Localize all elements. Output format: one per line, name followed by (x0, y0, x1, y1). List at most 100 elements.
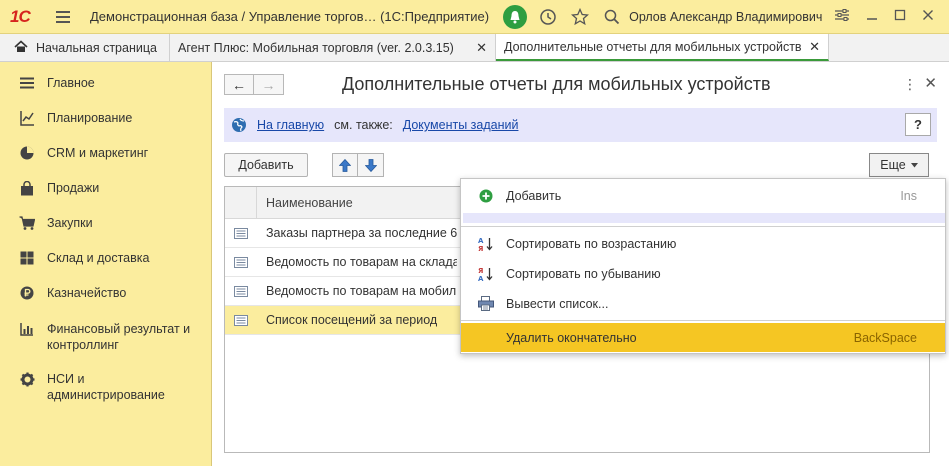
history-icon[interactable] (537, 6, 559, 28)
sidebar-item-treasury[interactable]: Казначейство (0, 285, 212, 301)
planning-icon (18, 110, 36, 126)
task-documents-link[interactable]: Документы заданий (403, 118, 519, 132)
menu-divider (461, 320, 945, 321)
sidebar-item-label: Финансовый результат и контроллинг (47, 322, 191, 352)
sidebar-item-purchases[interactable]: Закупки (0, 215, 212, 231)
logo-1c[interactable]: 1С (10, 7, 50, 27)
search-icon[interactable] (601, 6, 623, 28)
sidebar-item-label: Продажи (47, 181, 100, 195)
row-name: Заказы партнера за последние 6 месяцев (266, 226, 457, 240)
sidebar-item-label: Планирование (47, 111, 133, 125)
sidebar-item-finance[interactable]: Финансовый результат и контроллинг (0, 321, 212, 353)
settings-sliders-icon[interactable] (834, 8, 850, 25)
app-title: Демонстрационная база / Управление торго… (90, 9, 490, 24)
chevron-down-icon (910, 162, 918, 167)
menu-item-label: Сортировать по убыванию (506, 266, 661, 281)
menu-lines-icon (18, 75, 36, 91)
favorites-star-icon[interactable] (569, 6, 591, 28)
sidebar-item-crm[interactable]: CRM и маркетинг (0, 145, 212, 161)
globe-icon (231, 117, 247, 133)
report-icon (225, 306, 257, 334)
menu-item-add[interactable]: Добавить Ins (461, 181, 945, 210)
tab-home-label: Начальная страница (36, 40, 157, 55)
sort-descending-icon: ЯА (477, 265, 495, 283)
svg-text:Я: Я (478, 245, 483, 252)
home-icon (14, 39, 28, 56)
user-name[interactable]: Орлов Александр Владимирович (629, 10, 822, 24)
sort-ascending-icon: АЯ (477, 235, 495, 253)
sidebar-item-main[interactable]: Главное (0, 75, 212, 91)
delete-icon (477, 329, 495, 347)
menu-item-shortcut: BackSpace (853, 330, 917, 345)
arrow-up-icon (339, 158, 351, 172)
tab-home[interactable]: Начальная страница (0, 34, 170, 61)
move-down-button[interactable] (358, 153, 384, 177)
sidebar: Главное Планирование CRM и маркетинг Про… (0, 62, 212, 466)
report-icon (225, 248, 257, 276)
sidebar-item-label: Склад и доставка (47, 251, 150, 265)
sidebar-item-warehouse[interactable]: Склад и доставка (0, 250, 212, 266)
gear-icon (18, 371, 36, 387)
close-form-icon[interactable]: ✕ (924, 74, 937, 92)
navigation-buttons: ← → (224, 74, 284, 95)
shopping-bag-icon (18, 180, 36, 196)
minimize-icon[interactable] (866, 9, 878, 24)
home-link[interactable]: На главную (257, 118, 324, 132)
add-circle-icon (477, 187, 495, 205)
report-icon (225, 219, 257, 247)
pie-chart-icon (18, 145, 36, 161)
row-name: Ведомость по товарам на мобильном складе (266, 284, 457, 298)
info-bar: На главную см. также: Документы заданий … (224, 108, 937, 142)
more-menu-popup: Добавить Ins АЯ Сортировать по возрастан… (460, 178, 946, 354)
tab-additional-reports-label: Дополнительные отчеты для мобильных устр… (504, 39, 802, 54)
more-options-icon[interactable]: ⋮ (903, 76, 917, 93)
warehouse-icon (18, 250, 36, 266)
tab-close-icon[interactable]: ✕ (809, 39, 820, 55)
title-bar: 1С Демонстрационная база / Управление то… (0, 0, 949, 34)
sidebar-item-label: Закупки (47, 216, 93, 230)
move-up-button[interactable] (332, 153, 358, 177)
row-name: Список посещений за период (266, 313, 438, 327)
see-also-label: см. также: (334, 118, 393, 132)
back-button[interactable]: ← (224, 74, 254, 95)
help-button[interactable]: ? (905, 113, 931, 136)
menu-item-label: Сортировать по возрастанию (506, 236, 677, 251)
menu-divider (461, 226, 945, 227)
cart-icon (18, 215, 36, 231)
ruble-coin-icon (18, 285, 36, 301)
notifications-bell-icon[interactable] (503, 4, 528, 29)
move-buttons (332, 153, 384, 177)
tab-mobile-trade[interactable]: Агент Плюс: Мобильная торговля (ver. 2.0… (170, 34, 496, 61)
maximize-icon[interactable] (894, 9, 906, 24)
sidebar-item-admin[interactable]: НСИ и администрирование (0, 371, 212, 403)
tab-bar: Начальная страница Агент Плюс: Мобильная… (0, 34, 949, 62)
menu-item-output-list[interactable]: Вывести список... (461, 289, 945, 318)
printer-icon (477, 295, 495, 313)
main-menu-icon[interactable] (56, 10, 76, 23)
page-title: Дополнительные отчеты для мобильных устр… (342, 74, 771, 94)
tab-additional-reports[interactable]: Дополнительные отчеты для мобильных устр… (496, 34, 829, 61)
column-header-name[interactable]: Наименование (257, 196, 353, 210)
close-window-icon[interactable] (922, 9, 934, 24)
row-name: Ведомость по товарам на складах (266, 255, 457, 269)
sidebar-item-label: НСИ и администрирование (47, 372, 165, 402)
add-button[interactable]: Добавить (224, 153, 308, 177)
svg-text:А: А (478, 237, 484, 245)
menu-item-sort-asc[interactable]: АЯ Сортировать по возрастанию (461, 229, 945, 258)
menu-item-label: Вывести список... (506, 296, 609, 311)
sidebar-item-label: CRM и маркетинг (47, 146, 149, 160)
tab-close-icon[interactable]: ✕ (476, 40, 487, 56)
sidebar-item-sales[interactable]: Продажи (0, 180, 212, 196)
menu-separator (463, 213, 945, 223)
sidebar-item-label: Главное (47, 76, 95, 90)
sidebar-item-planning[interactable]: Планирование (0, 110, 212, 126)
menu-item-label: Добавить (506, 188, 562, 203)
forward-button[interactable]: → (254, 74, 284, 95)
menu-item-delete-permanently[interactable]: Удалить окончательно BackSpace (461, 323, 945, 352)
menu-item-shortcut: Ins (900, 188, 917, 203)
more-button[interactable]: Еще (869, 153, 929, 177)
svg-text:А: А (478, 275, 484, 282)
menu-item-sort-desc[interactable]: ЯА Сортировать по убыванию (461, 259, 945, 288)
more-button-label: Еще (880, 158, 906, 172)
report-icon (225, 277, 257, 305)
